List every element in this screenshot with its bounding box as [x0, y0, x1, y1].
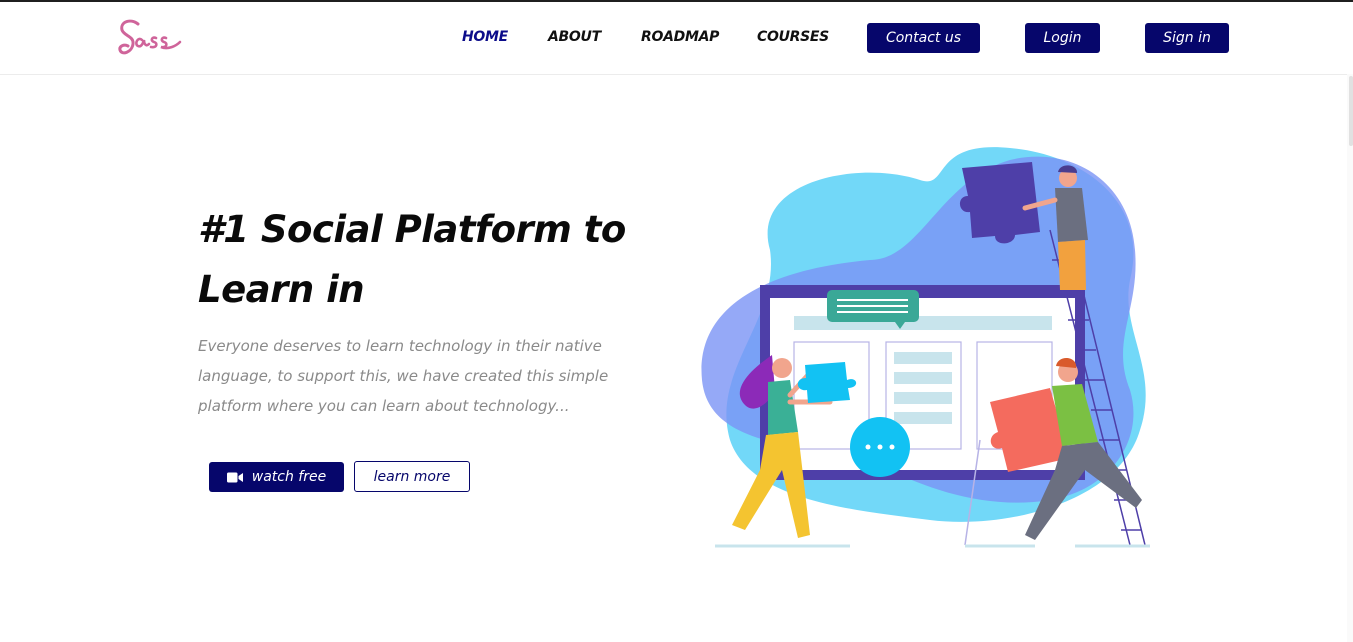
nav-roadmap-link[interactable]: ROADMAP: [641, 29, 719, 45]
learn-more-button[interactable]: learn more: [354, 461, 470, 492]
nav-home-link[interactable]: HOME: [462, 29, 508, 45]
hero-title-line-1: #1 Social Platform to: [198, 208, 626, 251]
puzzle-piece-top: [959, 162, 1040, 244]
hero-illustration: [701, 147, 1150, 548]
screen-line-1: [894, 352, 952, 364]
site-header: HOME ABOUT ROADMAP COURSES Contact us Lo…: [0, 2, 1353, 75]
man-top-legs: [1058, 240, 1086, 290]
video-camera-icon: [226, 472, 243, 482]
woman-head: [772, 358, 792, 378]
screen-line-2: [894, 372, 952, 384]
page-scrollbar[interactable]: [1347, 74, 1353, 642]
contact-us-button[interactable]: Contact us: [867, 23, 980, 53]
sign-in-button[interactable]: Sign in: [1145, 23, 1229, 53]
hero-title: #1 Social Platform to Learn in: [198, 200, 668, 320]
nav-about-link[interactable]: ABOUT: [548, 29, 601, 45]
nav-courses-link[interactable]: COURSES: [757, 29, 829, 45]
hero-title-line-2: Learn in: [198, 268, 365, 311]
watch-free-label: watch free: [251, 469, 327, 485]
hero-description: Everyone deserves to learn technology in…: [198, 337, 609, 415]
watch-free-button[interactable]: watch free: [209, 462, 344, 492]
sass-logo-icon: [118, 19, 182, 55]
scrollbar-thumb[interactable]: [1349, 76, 1353, 146]
login-button[interactable]: Login: [1025, 23, 1100, 53]
screen-line-3: [894, 392, 952, 404]
sass-logo[interactable]: [116, 10, 186, 60]
screen-line-4: [894, 412, 952, 424]
